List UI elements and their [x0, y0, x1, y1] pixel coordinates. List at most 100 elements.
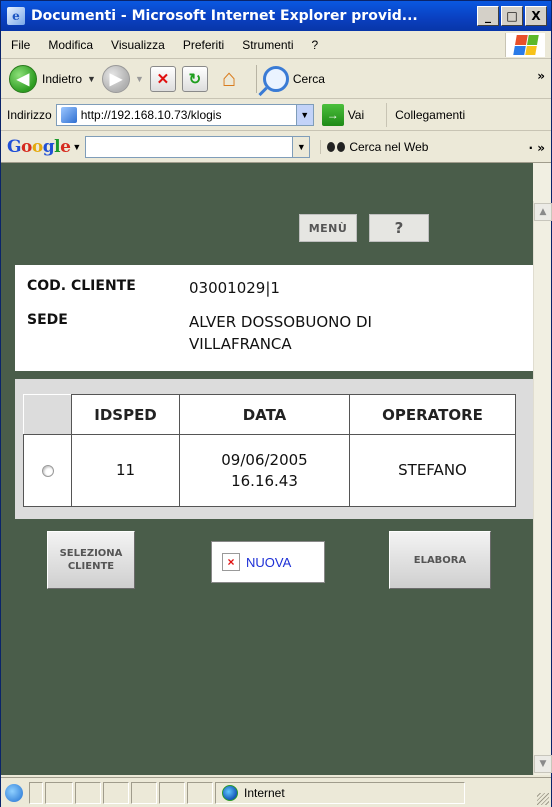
toolbar-separator: [255, 64, 257, 93]
ie-app-icon: e: [7, 7, 25, 25]
google-logo[interactable]: Google: [7, 137, 71, 157]
binoculars-icon: [327, 140, 346, 154]
maximize-button[interactable]: □: [501, 6, 523, 26]
row-select-cell: [23, 434, 72, 507]
google-search-web-button[interactable]: Cerca nel Web: [320, 139, 429, 154]
column-header-idsped: IDSPED: [71, 394, 180, 435]
address-label: Indirizzo: [7, 107, 52, 122]
shipments-table: IDSPED DATA OPERATORE 11 09/06/2005 16.1…: [23, 394, 516, 507]
idsped-cell: 11: [71, 434, 180, 507]
home-button[interactable]: ⌂: [214, 65, 244, 93]
refresh-icon: ↻: [181, 65, 208, 92]
menu-button[interactable]: MENÙ: [299, 214, 357, 242]
select-column-header: [23, 394, 72, 435]
help-button[interactable]: ?: [369, 214, 429, 242]
menu-modifica[interactable]: Modifica: [39, 38, 102, 52]
menu-bar: File Modifica Visualizza Preferiti Strum…: [1, 31, 551, 59]
status-cell: [45, 781, 73, 804]
google-search-dropdown-icon[interactable]: ▼: [293, 135, 311, 158]
select-client-label-line2: CLIENTE: [67, 561, 115, 572]
window-controls: _ □ X: [477, 6, 547, 26]
status-cell: [29, 781, 43, 804]
site-label: SEDE: [27, 312, 68, 328]
site-value-line1: ALVER DOSSOBUONO DI: [189, 313, 372, 331]
row-radio-button[interactable]: [41, 464, 54, 477]
title-bar[interactable]: e Documenti - Microsoft Internet Explore…: [1, 1, 551, 31]
page-icon: [60, 106, 77, 123]
browser-window: e Documenti - Microsoft Internet Explore…: [0, 0, 552, 807]
menu-help[interactable]: ?: [303, 38, 328, 52]
address-url[interactable]: http://192.168.10.73/klogis: [81, 108, 296, 122]
go-label: Vai: [347, 107, 365, 122]
search-web-label: Cerca nel Web: [349, 139, 429, 154]
table-header-row: IDSPED DATA OPERATORE: [23, 394, 516, 435]
operator-cell: STEFANO: [349, 434, 516, 507]
status-cell: [159, 781, 185, 804]
scroll-down-icon[interactable]: ▼: [534, 755, 552, 773]
forward-dropdown-icon[interactable]: ▼: [135, 74, 144, 84]
vertical-scrollbar[interactable]: ▲ ▼: [533, 201, 552, 775]
minimize-button[interactable]: _: [477, 6, 499, 26]
back-label: Indietro: [42, 71, 83, 86]
menu-strumenti[interactable]: Strumenti: [233, 38, 302, 52]
window-title: Documenti - Microsoft Internet Explorer …: [31, 8, 418, 24]
menu-preferiti[interactable]: Preferiti: [174, 38, 233, 52]
date-cell: 09/06/2005 16.16.43: [179, 434, 350, 507]
menu-file[interactable]: File: [1, 38, 39, 52]
search-icon: [262, 65, 289, 92]
stop-button[interactable]: ✕: [149, 65, 176, 92]
client-code-label: COD. CLIENTE: [27, 278, 136, 294]
scroll-up-icon[interactable]: ▲: [534, 203, 552, 221]
column-header-data: DATA: [179, 394, 350, 435]
close-button[interactable]: X: [525, 6, 547, 26]
refresh-button[interactable]: ↻: [181, 65, 208, 92]
go-arrow-icon: →: [321, 103, 344, 126]
status-cell: [103, 781, 129, 804]
column-header-operatore: OPERATORE: [349, 394, 516, 435]
status-cell: [75, 781, 101, 804]
client-code-value: 03001029|1: [189, 279, 280, 297]
forward-arrow-icon: ▶: [101, 64, 130, 93]
page-status-icon: [5, 783, 23, 802]
back-dropdown-icon[interactable]: ▼: [87, 74, 96, 84]
search-label: Cerca: [292, 71, 325, 86]
security-zone: Internet: [215, 781, 465, 804]
table-row: 11 09/06/2005 16.16.43 STEFANO: [23, 434, 516, 507]
page-header-area: [1, 163, 533, 201]
select-client-button[interactable]: SELEZIONA CLIENTE: [47, 531, 135, 589]
toolbar-chevron-icon[interactable]: »: [537, 69, 545, 83]
links-button[interactable]: Collegamenti: [386, 102, 465, 127]
status-cell: [187, 781, 213, 804]
address-input[interactable]: http://192.168.10.73/klogis ▼: [55, 103, 314, 126]
google-search-input[interactable]: [85, 135, 294, 158]
select-client-label-line1: SELEZIONA: [59, 548, 123, 559]
process-button[interactable]: ELABORA: [389, 531, 491, 589]
address-bar: Indirizzo http://192.168.10.73/klogis ▼ …: [1, 99, 551, 131]
forward-button[interactable]: ▶ ▼: [101, 64, 144, 93]
site-value-line2: VILLAFRANCA: [189, 335, 292, 353]
home-icon: ⌂: [221, 64, 237, 92]
google-chevron-icon[interactable]: · »: [529, 141, 546, 155]
broken-image-icon: ×: [222, 553, 240, 571]
back-arrow-icon: ◀: [9, 64, 37, 93]
google-toolbar: Google ▼ ▼ Cerca nel Web: [1, 131, 551, 163]
new-button[interactable]: × NUOVA: [211, 541, 325, 583]
stop-icon: ✕: [149, 65, 176, 92]
scrollbar-header-strip: [533, 163, 551, 201]
address-dropdown-icon[interactable]: ▼: [295, 104, 313, 125]
back-button[interactable]: ◀ Indietro ▼: [9, 64, 96, 93]
standard-toolbar: ◀ Indietro ▼ ▶ ▼ ✕ ↻ ⌂ Cerca: [1, 59, 551, 99]
resize-grip-icon[interactable]: [537, 793, 549, 805]
menu-visualizza[interactable]: Visualizza: [102, 38, 174, 52]
new-label: NUOVA: [246, 554, 292, 570]
shipments-panel: IDSPED DATA OPERATORE 11 09/06/2005 16.1…: [15, 379, 533, 519]
status-bar: Internet: [1, 777, 551, 807]
google-menu-dropdown-icon[interactable]: ▼: [72, 142, 81, 152]
client-info-panel: COD. CLIENTE 03001029|1 SEDE ALVER DOSSO…: [15, 265, 533, 371]
go-button[interactable]: → Vai: [321, 103, 365, 126]
time-value: 16.16.43: [231, 471, 298, 490]
globe-icon: [222, 784, 238, 801]
zone-label: Internet: [244, 785, 285, 800]
search-button[interactable]: Cerca: [262, 65, 325, 92]
date-value: 09/06/2005: [221, 450, 308, 469]
